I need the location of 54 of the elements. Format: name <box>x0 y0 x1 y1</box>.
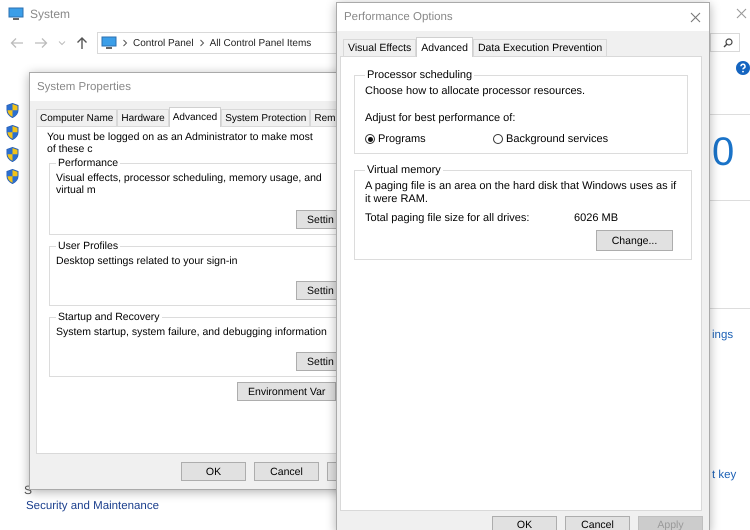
big-number: 0 <box>712 132 734 172</box>
group-title: Virtual memory <box>366 164 442 176</box>
change-button[interactable]: Change... <box>596 230 673 251</box>
tab[interactable]: Data Execution Prevention <box>472 39 608 56</box>
chevron-icon <box>198 39 205 47</box>
tab[interactable]: Advanced <box>168 107 222 127</box>
tab[interactable]: System Protection <box>221 109 310 126</box>
close-icon[interactable] <box>690 12 701 22</box>
prompt-text: Adjust for best performance of: <box>365 112 516 124</box>
chevron-icon <box>122 39 128 47</box>
dialog-button[interactable]: OK <box>181 462 246 481</box>
group-description: Visual effects, processor scheduling, memory usage, and virtual m <box>56 172 323 196</box>
dialog-button[interactable]: Cancel <box>565 516 630 530</box>
breadcrumb-item[interactable]: Control Panel <box>133 38 194 48</box>
dialog-button[interactable]: OK <box>492 516 557 530</box>
group-description: Choose how to allocate processor resources. <box>365 85 586 97</box>
group-description: A paging file is an area on the hard disk that Windows uses as if it were RAM. <box>365 180 678 206</box>
help-icon[interactable] <box>736 61 750 75</box>
window-title: System <box>30 7 70 21</box>
tab[interactable]: Visual Effects <box>343 39 416 56</box>
shield-icon <box>6 147 19 162</box>
see-also-link[interactable]: Security and Maintenance <box>26 500 159 512</box>
product-key-link[interactable]: t key <box>712 469 736 481</box>
total-label: Total paging file size for all drives: <box>365 212 530 224</box>
shield-icon <box>6 125 19 140</box>
shield-icon <box>6 169 19 184</box>
environment-variables-button[interactable]: Environment Var <box>237 382 336 401</box>
radio-button[interactable] <box>493 134 503 144</box>
group-title: User Profiles <box>57 240 120 252</box>
radio-label[interactable]: Programs <box>378 133 426 145</box>
monitor-icon <box>101 36 117 50</box>
group-description: Desktop settings related to your sign-in <box>56 255 239 267</box>
tab[interactable]: Hardware <box>117 109 169 126</box>
search-icon <box>723 38 733 48</box>
total-value: 6026 MB <box>574 212 618 224</box>
breadcrumb-item[interactable]: All Control Panel Items <box>210 38 312 48</box>
shield-icon <box>6 103 19 118</box>
tab[interactable]: Advanced <box>416 37 473 57</box>
group-title: Performance <box>57 157 120 169</box>
radio-button[interactable] <box>365 134 375 144</box>
up-arrow-icon[interactable] <box>76 36 88 50</box>
search-field[interactable] <box>710 33 740 52</box>
settings-link[interactable]: ings <box>712 329 734 341</box>
dialog-title: Performance Options <box>344 11 453 23</box>
group-description: System startup, system failure, and debugging information <box>56 326 328 338</box>
notice-text: You must be logged on as an Administrator to make most of these c <box>47 131 314 155</box>
dialog-button[interactable]: Cancel <box>254 462 319 481</box>
tab[interactable]: Computer Name <box>36 109 118 126</box>
group-title: Startup and Recovery <box>57 311 161 323</box>
dialog-title: System Properties <box>37 81 131 93</box>
close-icon[interactable] <box>736 8 747 19</box>
radio-label[interactable]: Background services <box>506 133 608 145</box>
monitor-icon <box>8 7 24 21</box>
group-title: Processor scheduling <box>366 69 474 81</box>
